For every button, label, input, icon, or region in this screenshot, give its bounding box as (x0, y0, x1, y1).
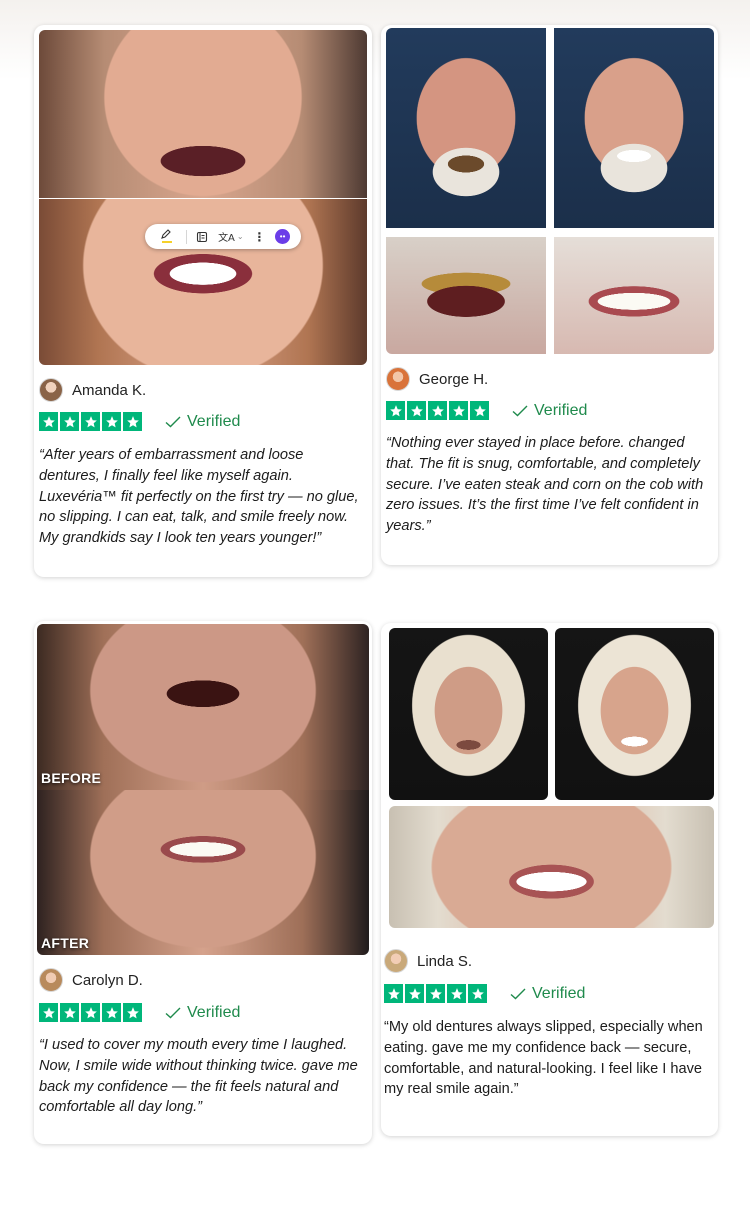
review-card-carolyn: BEFORE AFTER Carolyn D. Verified “I used… (34, 621, 372, 1144)
verified-label: Verified (187, 1003, 241, 1021)
star-icon (426, 984, 445, 1003)
reviewer: George H. (386, 367, 488, 391)
translate-glyph: 文A (218, 233, 235, 244)
star-icon (123, 412, 142, 431)
verified-badge: Verified (510, 985, 585, 1003)
translate-icon[interactable]: 文A ⌄ (218, 229, 244, 244)
avatar (386, 367, 410, 391)
review-text: “My old dentures always slipped, especia… (384, 1019, 703, 1098)
review-text: “Nothing ever stayed in place before. ch… (386, 435, 704, 535)
highlighter-icon[interactable] (156, 229, 176, 244)
star-icon (384, 984, 403, 1003)
checkmark-icon (165, 1007, 181, 1018)
star-icon (407, 401, 426, 420)
avatar (384, 949, 408, 973)
after-label: AFTER (41, 935, 90, 951)
avatar (39, 378, 63, 402)
rating-row: Verified (384, 984, 585, 1003)
toolbar-divider (185, 229, 187, 244)
rating-row: Verified (39, 1003, 240, 1022)
rating-row: Verified (39, 412, 240, 431)
verified-badge: Verified (165, 1004, 240, 1022)
review-card-amanda: Amanda K. Verified “After years of embar… (34, 25, 372, 577)
before-photo: BEFORE (37, 624, 369, 790)
star-icon (39, 1003, 58, 1022)
star-icon (468, 984, 487, 1003)
star-rating (39, 412, 142, 431)
checkmark-icon (510, 988, 526, 999)
after-face-photo (554, 28, 714, 228)
star-icon (102, 412, 121, 431)
star-icon (81, 1003, 100, 1022)
note-icon[interactable] (196, 231, 208, 243)
checkmark-icon (165, 416, 181, 427)
verified-badge: Verified (512, 402, 587, 420)
star-icon (449, 401, 468, 420)
reviewer-name: Linda S. (417, 952, 473, 970)
review-card-george: George H. Verified “Nothing ever stayed … (381, 25, 718, 565)
after-smile-photo (554, 237, 714, 354)
review-text: “I used to cover my mouth every time I l… (39, 1037, 358, 1116)
star-icon (60, 412, 79, 431)
before-photo (39, 30, 367, 198)
review-text: “After years of embarrassment and loose … (39, 447, 359, 547)
verified-label: Verified (532, 984, 586, 1002)
after-photo: AFTER (37, 790, 369, 955)
star-icon (60, 1003, 79, 1022)
reviewer: Carolyn D. (39, 968, 143, 992)
reviewer-name: Amanda K. (72, 381, 147, 399)
selection-toolbar: 文A ⌄ ⋮ •• (145, 224, 301, 249)
star-icon (123, 1003, 142, 1022)
reviewer-name: George H. (419, 370, 489, 388)
rating-row: Verified (386, 401, 587, 420)
verified-label: Verified (534, 401, 588, 419)
star-icon (39, 412, 58, 431)
star-icon (428, 401, 447, 420)
star-rating (386, 401, 489, 420)
reviewer-name: Carolyn D. (72, 971, 143, 989)
star-icon (447, 984, 466, 1003)
star-icon (102, 1003, 121, 1022)
star-icon (405, 984, 424, 1003)
after-face-photo (555, 628, 714, 800)
chevron-down-icon: ⌄ (236, 232, 244, 241)
avatar (39, 968, 63, 992)
before-face-photo (389, 628, 548, 800)
verified-label: Verified (187, 412, 241, 430)
more-vertical-icon[interactable]: ⋮ (253, 230, 265, 244)
before-label: BEFORE (41, 770, 102, 786)
checkmark-icon (512, 405, 528, 416)
star-rating (39, 1003, 142, 1022)
verified-badge: Verified (165, 413, 240, 431)
before-face-photo (386, 28, 546, 228)
star-rating (384, 984, 487, 1003)
reviewer: Linda S. (384, 949, 472, 973)
reviewer: Amanda K. (39, 378, 146, 402)
review-card-linda: Linda S. Verified “My old dentures alway… (381, 623, 718, 1136)
star-icon (470, 401, 489, 420)
after-smile-photo (389, 806, 714, 928)
star-icon (386, 401, 405, 420)
ai-assistant-icon[interactable]: •• (275, 229, 291, 244)
star-icon (81, 412, 100, 431)
before-smile-photo (386, 237, 546, 354)
